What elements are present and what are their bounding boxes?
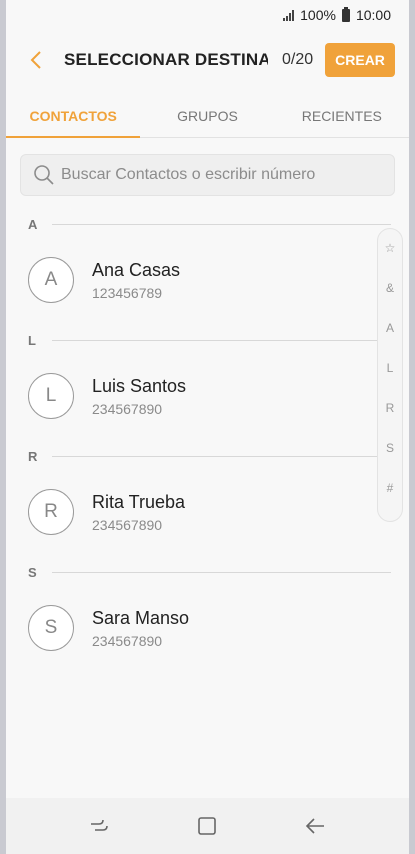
tab-recientes[interactable]: RECIENTES [275, 96, 409, 137]
index-item-s[interactable]: S [386, 441, 394, 481]
contact-number: 234567890 [92, 517, 163, 533]
search-box[interactable] [20, 154, 395, 196]
section-letter: A [28, 216, 38, 232]
alphabet-index-bar[interactable]: ☆ & A L R S # [377, 228, 403, 522]
tab-bar: CONTACTOS GRUPOS RECIENTES [6, 96, 409, 138]
contact-item[interactable]: S Sara Manso 234567890 [28, 598, 369, 658]
section-header-r: R [28, 446, 391, 466]
contact-name: Ana Casas [92, 260, 181, 280]
contact-number: 234567890 [92, 633, 163, 649]
clock: 10:00 [355, 7, 391, 23]
page-title: SELECCIONAR DESTINA... [64, 50, 268, 69]
contact-name: Sara Manso [92, 608, 190, 628]
home-button[interactable] [187, 806, 227, 846]
section-divider [52, 455, 391, 457]
index-item-l[interactable]: L [387, 361, 394, 401]
home-icon [198, 817, 217, 835]
section-letter: R [28, 448, 38, 464]
tab-grupos[interactable]: GRUPOS [140, 96, 274, 137]
section-divider [52, 339, 391, 341]
phone-screen: 100% 10:00 SELECCIONAR DESTINA... 0/20 C… [0, 0, 415, 854]
recent-apps-button[interactable] [80, 806, 120, 846]
contact-number: 123456789 [92, 285, 163, 301]
contact-number: 234567890 [92, 401, 163, 417]
index-item-a[interactable]: A [386, 321, 394, 361]
avatar: R [28, 489, 74, 535]
battery-percent: 100% [300, 7, 336, 23]
recent-apps-icon [90, 819, 108, 831]
status-bar: 100% 10:00 [6, 0, 409, 30]
contact-item[interactable]: L Luis Santos 234567890 [28, 366, 369, 426]
contact-info: Rita Trueba 234567890 [92, 491, 185, 533]
section-divider [52, 223, 391, 225]
back-button[interactable] [16, 40, 56, 80]
tab-contactos[interactable]: CONTACTOS [6, 96, 141, 138]
selection-counter: 0/20 [282, 51, 314, 68]
search-input[interactable] [61, 166, 394, 184]
index-item-favorites[interactable]: ☆ [385, 241, 396, 281]
section-letter: S [28, 564, 37, 580]
system-nav-bar [6, 798, 409, 854]
contact-info: Sara Manso 234567890 [92, 607, 189, 649]
section-divider [52, 571, 391, 573]
section-header-s: S [28, 562, 391, 582]
avatar: A [28, 257, 74, 303]
contact-name: Luis Santos [92, 376, 187, 396]
contact-info: Ana Casas 123456789 [92, 259, 180, 301]
arrow-left-icon [306, 818, 325, 834]
contact-name: Rita Trueba [92, 492, 186, 512]
battery-icon [341, 6, 350, 22]
contact-info: Luis Santos 234567890 [92, 375, 186, 417]
search-icon [34, 165, 54, 185]
section-header-a: A [28, 214, 391, 234]
index-item-symbols[interactable]: & [386, 281, 394, 321]
avatar: L [28, 373, 74, 419]
chevron-left-icon [30, 51, 41, 69]
contact-item[interactable]: R Rita Trueba 234567890 [28, 482, 369, 542]
signal-icon [283, 9, 295, 21]
index-item-r[interactable]: R [386, 401, 395, 441]
section-header-l: L [28, 330, 391, 350]
contact-item[interactable]: A Ana Casas 123456789 [28, 250, 369, 310]
avatar: S [28, 605, 74, 651]
section-letter: L [28, 332, 36, 348]
back-nav-button[interactable] [295, 806, 335, 846]
create-button[interactable]: CREAR [325, 43, 395, 77]
app-header: SELECCIONAR DESTINA... 0/20 CREAR [6, 40, 409, 80]
index-item-hash[interactable]: # [387, 481, 394, 521]
